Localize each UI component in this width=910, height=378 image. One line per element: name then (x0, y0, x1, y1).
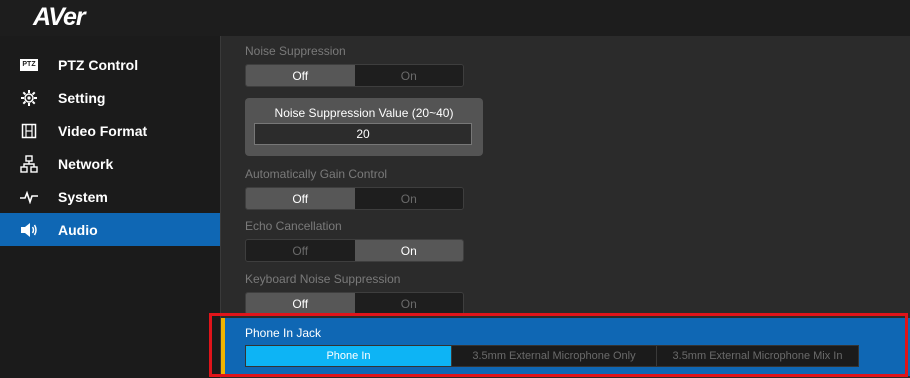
noise-suppression-value-box: Noise Suppression Value (20~40) 20 (245, 98, 483, 156)
echo-cancellation-on-option[interactable]: On (354, 240, 463, 261)
external-mic-only-option[interactable]: 3.5mm External Microphone Only (451, 346, 656, 366)
ptz-icon: PTZ (0, 58, 58, 71)
noise-suppression-on-option[interactable]: On (354, 65, 463, 86)
echo-cancellation-toggle: Off On (245, 239, 464, 262)
top-bar: AVer (0, 0, 910, 36)
phone-in-jack-selector: Phone In 3.5mm External Microphone Only … (245, 345, 859, 367)
agc-label: Automatically Gain Control (245, 167, 388, 181)
sidebar-item-ptz-control[interactable]: PTZ PTZ Control (0, 48, 220, 81)
phone-in-option[interactable]: Phone In (246, 346, 451, 366)
noise-suppression-value-input[interactable]: 20 (254, 123, 472, 145)
keyboard-noise-off-option[interactable]: Off (246, 293, 355, 314)
keyboard-noise-toggle: Off On (245, 292, 464, 315)
keyboard-noise-label: Keyboard Noise Suppression (245, 272, 401, 286)
network-icon (0, 154, 58, 173)
sidebar-item-network[interactable]: Network (0, 147, 220, 180)
sidebar-item-audio[interactable]: Audio (0, 213, 220, 246)
speaker-icon (0, 222, 58, 238)
sidebar-item-setting[interactable]: Setting (0, 81, 220, 114)
echo-cancellation-label: Echo Cancellation (245, 219, 342, 233)
sidebar-item-label: Network (58, 155, 114, 172)
noise-suppression-toggle: Off On (245, 64, 464, 87)
sidebar-item-label: Audio (58, 221, 98, 238)
noise-suppression-off-option[interactable]: Off (246, 65, 355, 86)
sidebar-item-label: System (58, 188, 108, 205)
agc-toggle: Off On (245, 187, 464, 210)
sidebar-item-label: Video Format (58, 122, 148, 139)
gear-icon (0, 89, 58, 107)
agc-on-option[interactable]: On (354, 188, 463, 209)
keyboard-noise-on-option[interactable]: On (354, 293, 463, 314)
audio-settings-panel: Noise Suppression Off On Noise Suppressi… (220, 36, 910, 378)
phone-in-jack-accent (221, 318, 225, 376)
pulse-icon (0, 190, 58, 204)
external-mic-mix-in-option[interactable]: 3.5mm External Microphone Mix In (656, 346, 858, 366)
noise-suppression-label: Noise Suppression (245, 44, 346, 58)
phone-in-jack-panel: Phone In Jack Phone In 3.5mm External Mi… (221, 318, 910, 376)
aver-logo: AVer (33, 3, 86, 31)
echo-cancellation-off-option[interactable]: Off (246, 240, 355, 261)
film-icon (0, 123, 58, 139)
sidebar-item-video-format[interactable]: Video Format (0, 114, 220, 147)
sidebar-item-system[interactable]: System (0, 180, 220, 213)
sidebar-item-label: PTZ Control (58, 56, 139, 73)
sidebar-item-label: Setting (58, 89, 106, 106)
agc-off-option[interactable]: Off (246, 188, 355, 209)
noise-suppression-value-title: Noise Suppression Value (20~40) (274, 106, 454, 120)
phone-in-jack-label: Phone In Jack (245, 326, 322, 340)
sidebar: PTZ PTZ Control Setting Video Format Net… (0, 36, 220, 378)
